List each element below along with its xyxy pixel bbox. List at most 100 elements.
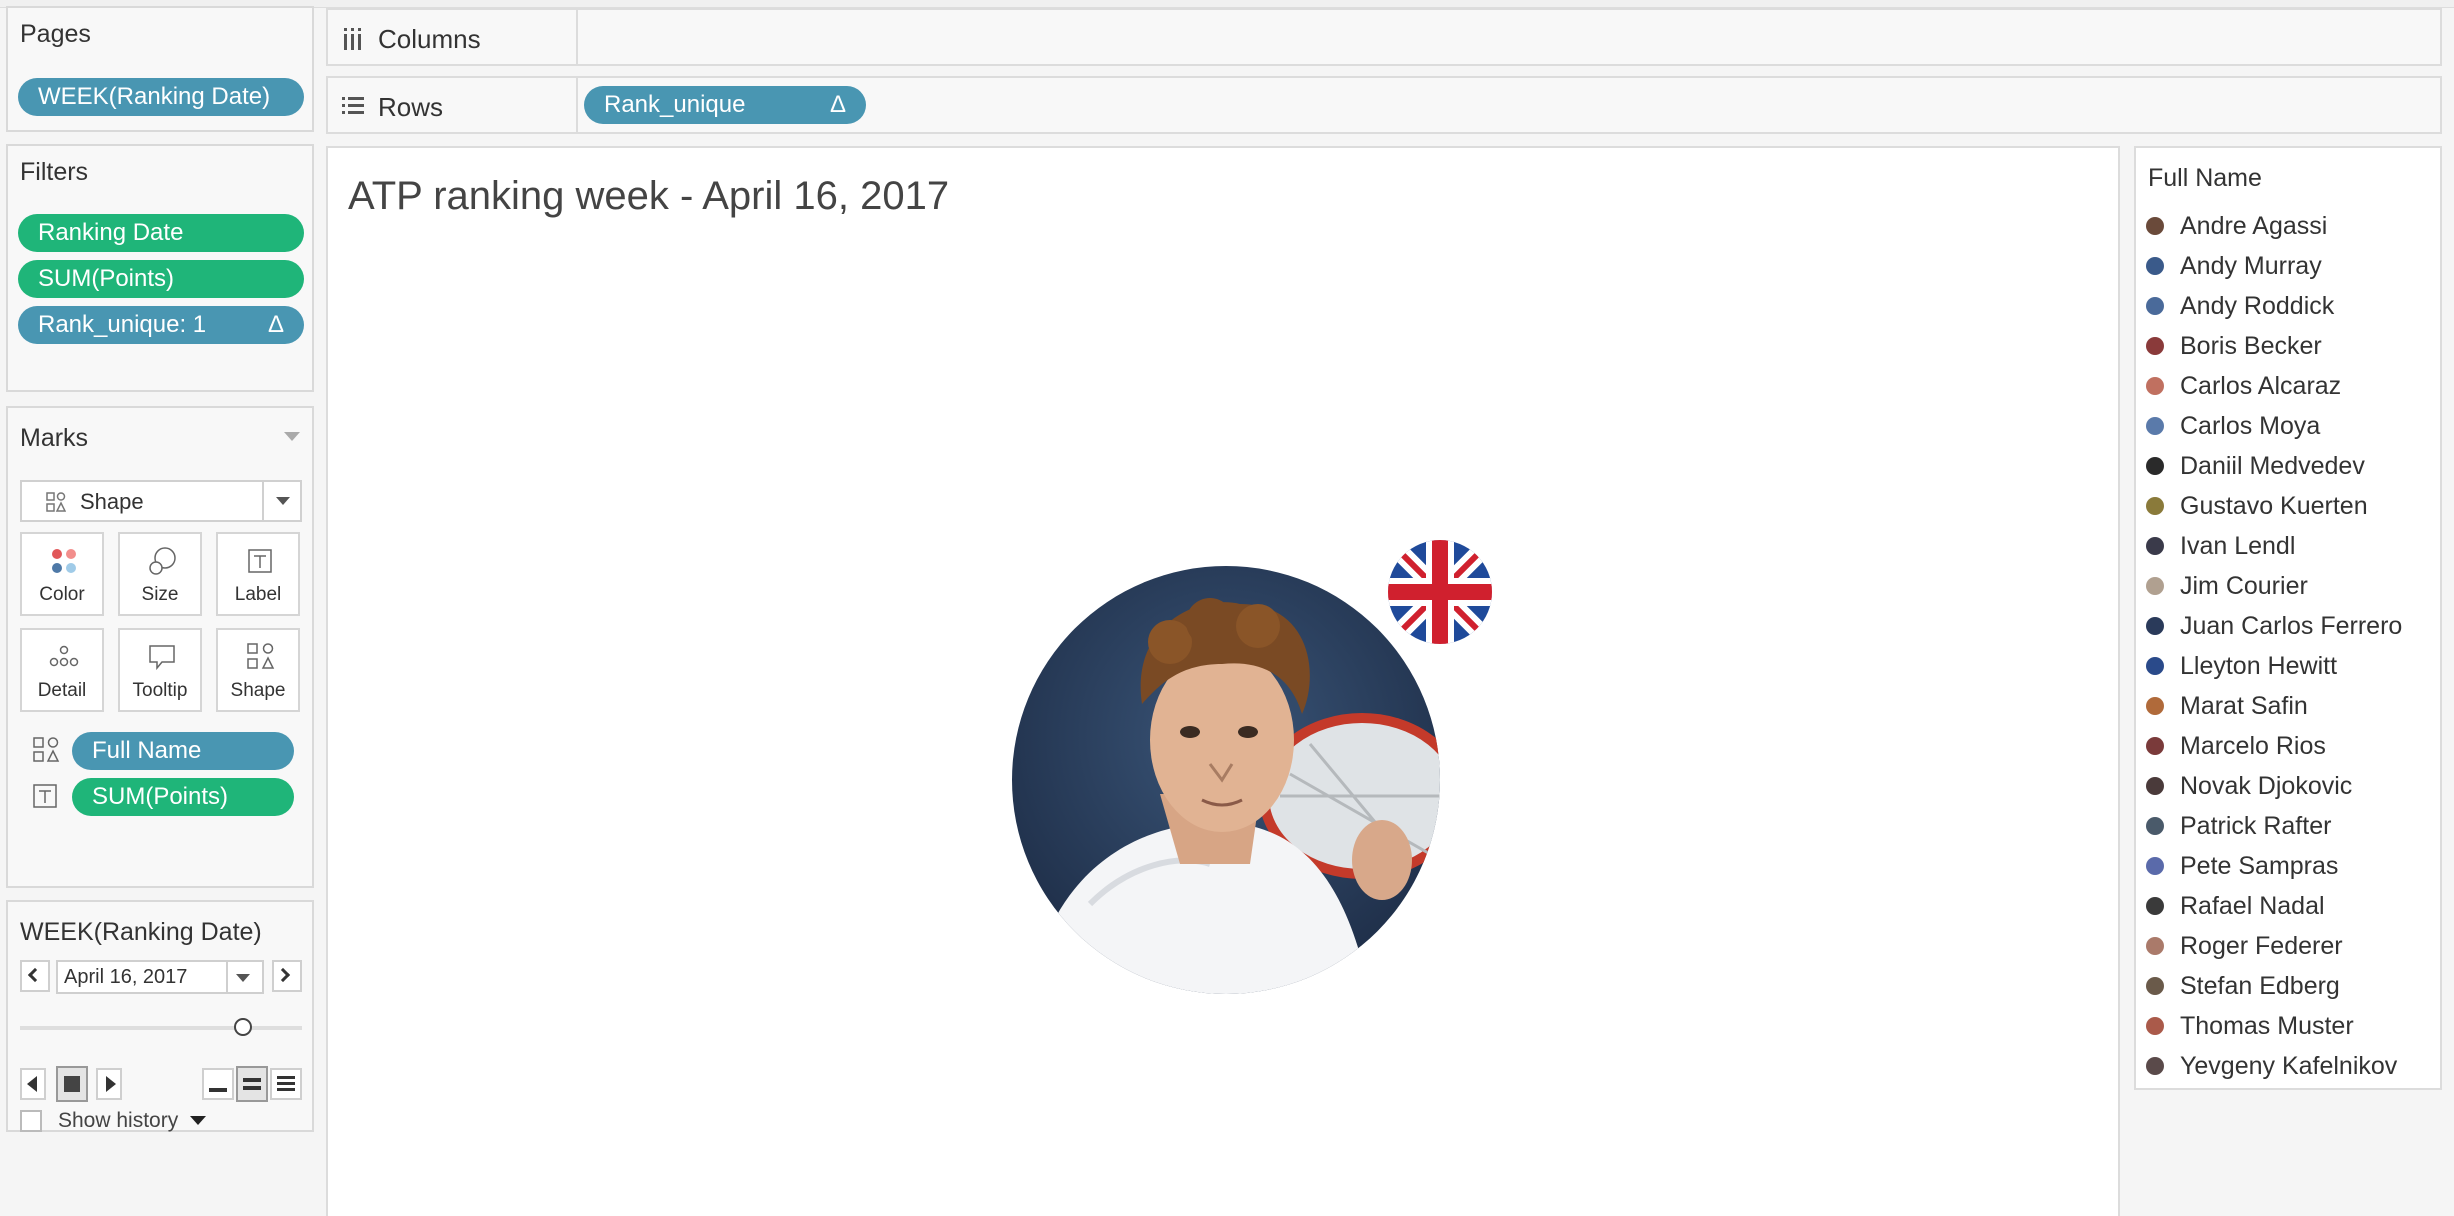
player-thumbnail-icon bbox=[2146, 977, 2164, 995]
legend-item-label: Lleyton Hewitt bbox=[2180, 652, 2338, 680]
show-history-dropdown-icon[interactable] bbox=[190, 1116, 206, 1125]
rows-shelf[interactable]: Rows Rank_unique Δ bbox=[326, 76, 2442, 134]
speed-fast-button[interactable] bbox=[270, 1068, 302, 1100]
player-thumbnail-icon bbox=[2146, 457, 2164, 475]
legend-item-label: Gustavo Kuerten bbox=[2180, 492, 2368, 520]
legend-item-label: Andre Agassi bbox=[2180, 212, 2328, 240]
player-thumbnail-icon bbox=[2146, 337, 2164, 355]
delta-icon: Δ bbox=[267, 311, 284, 338]
filter-rank-unique[interactable]: Rank_unique: 1 Δ bbox=[18, 306, 304, 344]
pages-title: Pages bbox=[20, 20, 91, 48]
player-thumbnail-icon bbox=[2146, 497, 2164, 515]
play-back-button[interactable] bbox=[20, 1068, 46, 1100]
rows-rank-unique-pill[interactable]: Rank_unique Δ bbox=[584, 86, 866, 124]
rows-label: Rows bbox=[378, 92, 444, 122]
pages-week-pill[interactable]: WEEK(Ranking Date) bbox=[18, 78, 304, 116]
player-thumbnail-icon bbox=[2146, 737, 2164, 755]
legend-item-label: Ivan Lendl bbox=[2180, 532, 2296, 560]
player-thumbnail-icon bbox=[2146, 617, 2164, 635]
legend-item-label: Thomas Muster bbox=[2180, 1012, 2354, 1040]
legend-item-label: Stefan Edberg bbox=[2180, 972, 2340, 1000]
filters-card: Filters Ranking Date SUM(Points) Rank_un… bbox=[6, 144, 314, 392]
rows-pill-label: Rank_unique bbox=[604, 91, 746, 118]
page-slider-thumb[interactable] bbox=[234, 1018, 252, 1036]
color-icon bbox=[52, 549, 76, 573]
filter-ranking-date[interactable]: Ranking Date bbox=[18, 214, 304, 252]
size-icon bbox=[149, 547, 176, 575]
page-slider-track[interactable] bbox=[20, 1026, 302, 1030]
legend-title: Full Name bbox=[2148, 164, 2262, 192]
detail-label: Detail bbox=[37, 680, 87, 701]
filter-sum-points[interactable]: SUM(Points) bbox=[18, 260, 304, 298]
show-history-checkbox[interactable] bbox=[20, 1110, 42, 1132]
legend-item-label: Marat Safin bbox=[2180, 692, 2308, 720]
columns-shelf[interactable]: Columns bbox=[326, 8, 2442, 66]
page-control-title: WEEK(Ranking Date) bbox=[20, 918, 262, 946]
speed-medium-icon bbox=[243, 1078, 261, 1082]
stop-icon bbox=[64, 1076, 80, 1092]
legend-item-label: Carlos Alcaraz bbox=[2180, 372, 2342, 400]
size-label: Size bbox=[141, 584, 179, 605]
legend-item-label: Daniil Medvedev bbox=[2180, 452, 2365, 480]
chevron-left-icon bbox=[27, 967, 43, 983]
marks-collapse-icon[interactable] bbox=[284, 432, 300, 441]
legend-item-label: Andy Roddick bbox=[2180, 292, 2335, 320]
legend-item-label: Juan Carlos Ferrero bbox=[2180, 612, 2403, 640]
next-page-button[interactable] bbox=[272, 960, 302, 992]
marks-detail-button[interactable]: Detail bbox=[20, 628, 104, 712]
marks-size-button[interactable]: Size bbox=[118, 532, 202, 616]
player-thumbnail-icon bbox=[2146, 1057, 2164, 1075]
page-control-card: WEEK(Ranking Date) April 16, 2017 Show h… bbox=[6, 900, 314, 1132]
detail-icon bbox=[49, 645, 79, 667]
player-thumbnail-icon bbox=[2146, 1017, 2164, 1035]
rows-icon bbox=[342, 97, 364, 114]
legend-item-label: Pete Sampras bbox=[2180, 852, 2339, 880]
player-thumbnail-icon bbox=[2146, 897, 2164, 915]
legend-item-label: Novak Djokovic bbox=[2180, 772, 2353, 800]
mark-type-dropdown[interactable]: Shape bbox=[20, 480, 302, 522]
chevron-right-icon bbox=[275, 967, 291, 983]
legend-item-label: Patrick Rafter bbox=[2180, 812, 2332, 840]
label-label: Label bbox=[234, 584, 282, 605]
legend-item-label: Andy Murray bbox=[2180, 252, 2322, 280]
shapes-icon bbox=[247, 643, 275, 669]
play-forward-button[interactable] bbox=[96, 1068, 122, 1100]
page-date-dropdown[interactable]: April 16, 2017 bbox=[56, 960, 264, 994]
marks-field-sum-points[interactable]: SUM(Points) bbox=[72, 778, 294, 816]
marks-color-button[interactable]: Color bbox=[20, 532, 104, 616]
tooltip-label: Tooltip bbox=[132, 680, 188, 701]
view-canvas[interactable]: ATP ranking week - April 16, 2017 bbox=[326, 146, 2120, 1216]
page-date-value: April 16, 2017 bbox=[64, 966, 188, 988]
marks-field-full-name[interactable]: Full Name bbox=[72, 732, 294, 770]
legend-item-label: Jim Courier bbox=[2180, 572, 2308, 600]
player-photo-mark[interactable] bbox=[1010, 564, 1442, 996]
prev-page-button[interactable] bbox=[20, 960, 50, 992]
play-back-icon bbox=[27, 1076, 37, 1092]
player-thumbnail-icon bbox=[2146, 537, 2164, 555]
speed-slow-button[interactable] bbox=[202, 1068, 234, 1100]
player-thumbnail-icon bbox=[2146, 777, 2164, 795]
delta-icon: Δ bbox=[829, 91, 846, 118]
shape-label: Shape bbox=[230, 680, 286, 701]
marks-shape-button[interactable]: Shape bbox=[216, 628, 300, 712]
filter-rank-unique-label: Rank_unique: 1 bbox=[38, 311, 207, 338]
marks-title: Marks bbox=[20, 424, 89, 452]
legend-item-label: Roger Federer bbox=[2180, 932, 2343, 960]
tooltip-icon bbox=[149, 645, 175, 671]
speed-medium-button[interactable] bbox=[236, 1066, 268, 1102]
filters-title: Filters bbox=[20, 158, 89, 186]
mark-type-label: Shape bbox=[80, 489, 144, 514]
player-thumbnail-icon bbox=[2146, 937, 2164, 955]
marks-label-button[interactable]: Label bbox=[216, 532, 300, 616]
legend-item-label: Carlos Moya bbox=[2180, 412, 2321, 440]
uk-flag-icon bbox=[1388, 540, 1492, 644]
stop-button[interactable] bbox=[56, 1066, 88, 1102]
player-thumbnail-icon bbox=[2146, 417, 2164, 435]
columns-icon bbox=[344, 28, 361, 50]
columns-label: Columns bbox=[378, 24, 481, 54]
legend-item-label: Boris Becker bbox=[2180, 332, 2322, 360]
player-thumbnail-icon bbox=[2146, 657, 2164, 675]
chevron-down-icon bbox=[276, 497, 290, 505]
marks-tooltip-button[interactable]: Tooltip bbox=[118, 628, 202, 712]
player-thumbnail-icon bbox=[2146, 577, 2164, 595]
